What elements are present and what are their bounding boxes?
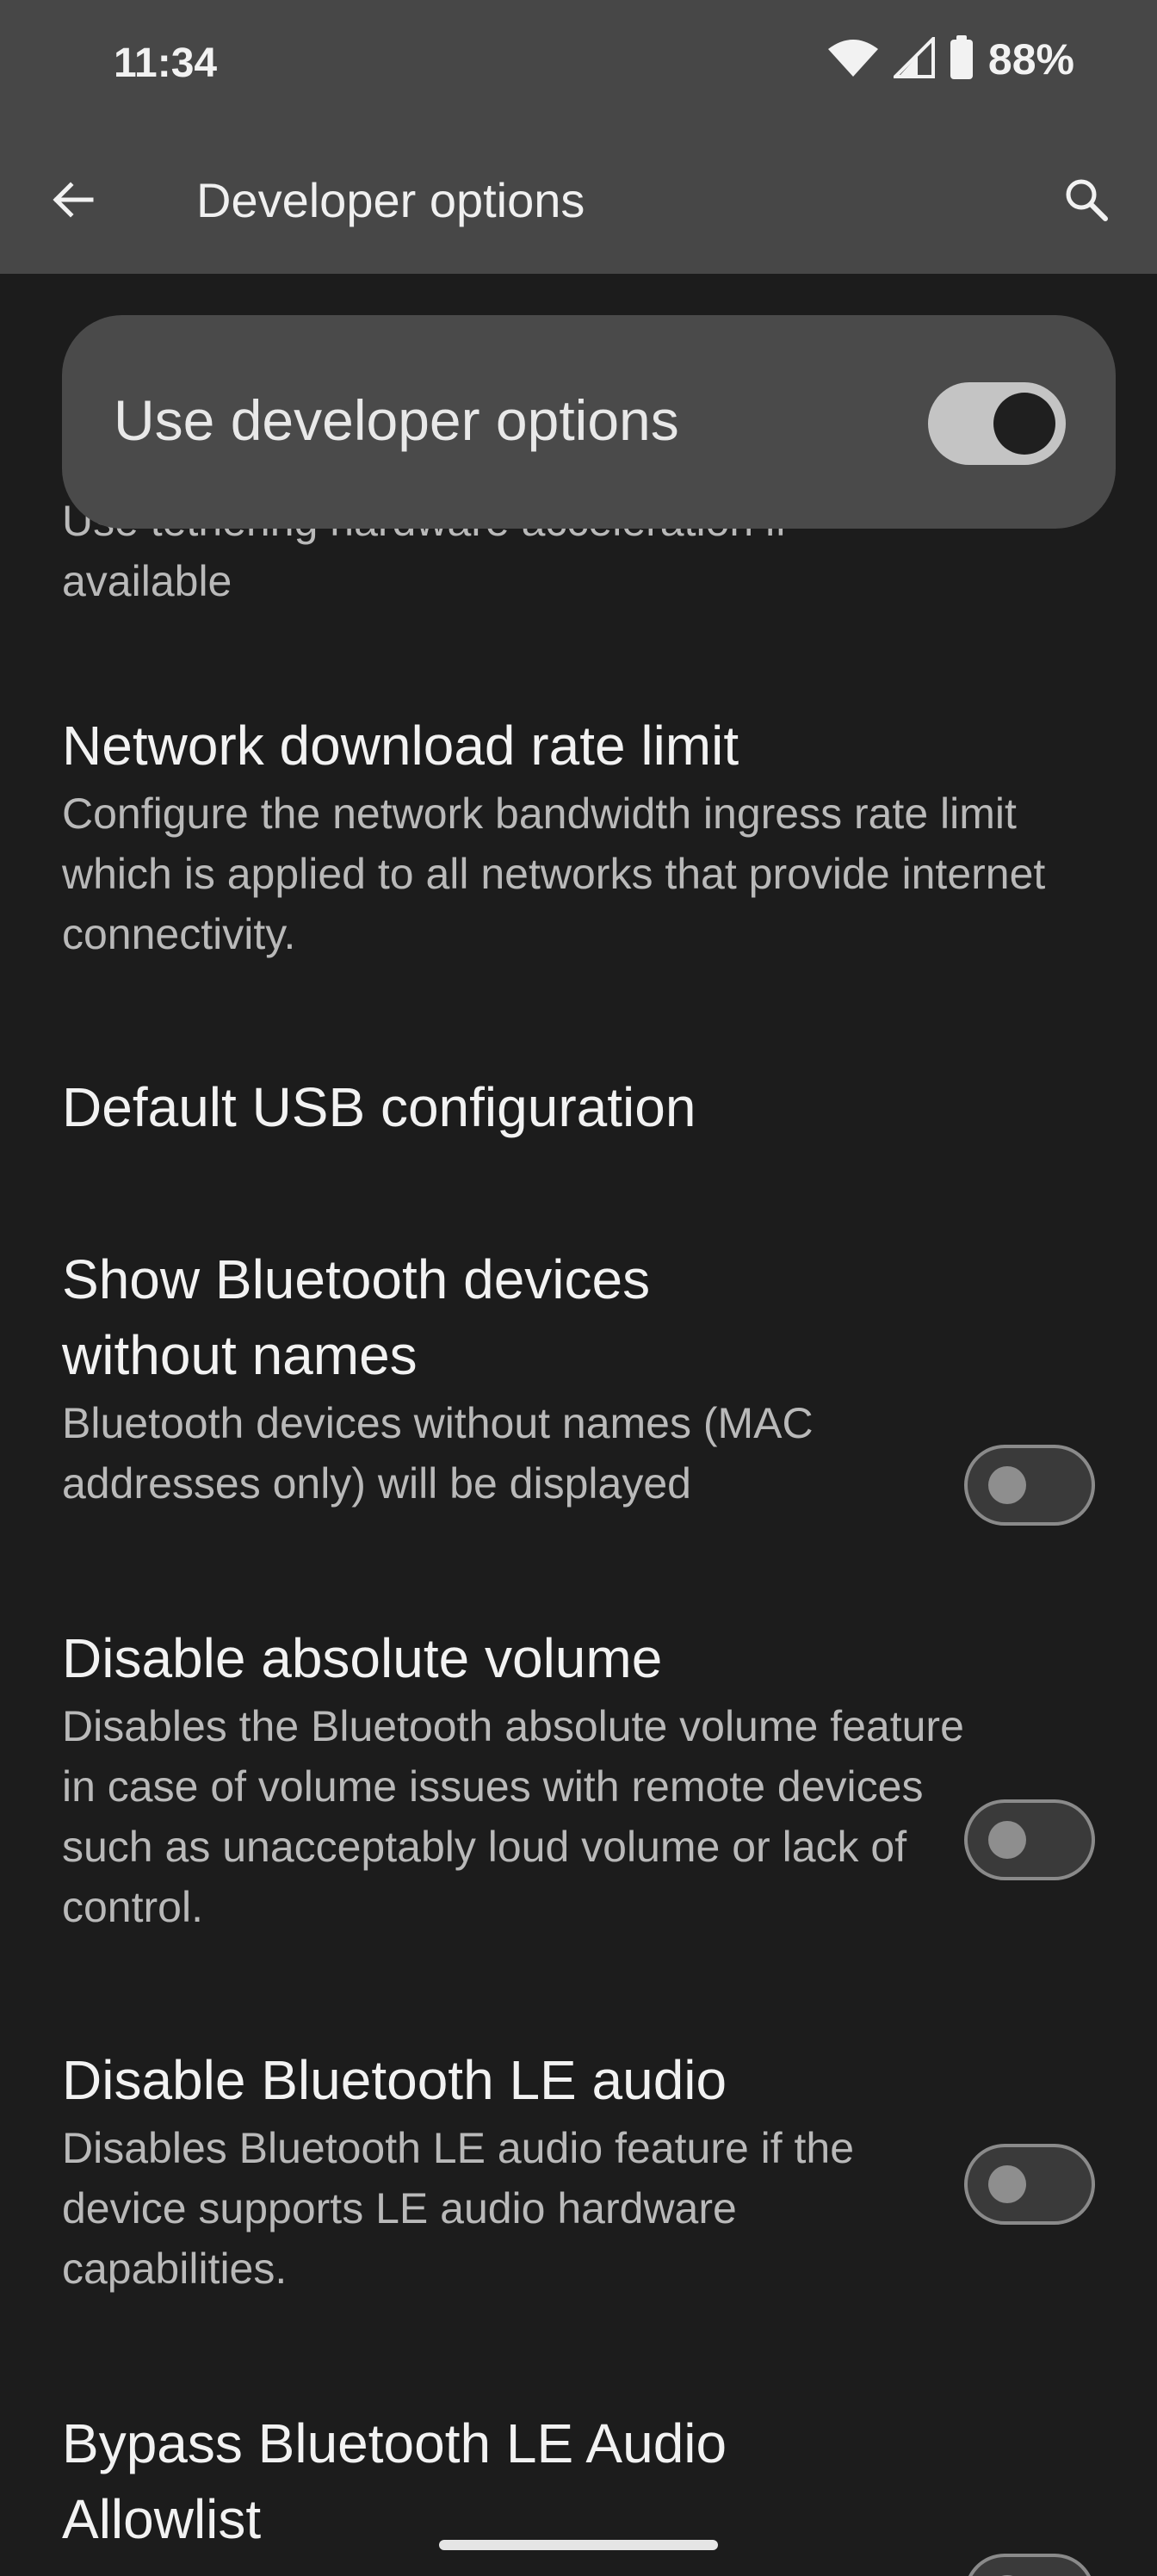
bt-without-names-toggle[interactable]: [964, 1445, 1095, 1526]
top-app-bar: 11:34 88% Developer options: [0, 0, 1157, 274]
list-item-disable-le-audio[interactable]: Disable Bluetooth LE audio Disables Blue…: [62, 2042, 1095, 2299]
setting-title: Disable absolute volume: [62, 1627, 663, 1689]
status-icons: 88%: [826, 34, 1074, 84]
status-time: 11:34: [114, 40, 218, 86]
setting-summary: Disables the Bluetooth absolute volume f…: [62, 1702, 964, 1931]
list-item-bt-without-names[interactable]: Show Bluetooth devices without names Blu…: [62, 1242, 1095, 1526]
list-item-default-usb[interactable]: Default USB configuration: [62, 1069, 1095, 1145]
setting-title: Bypass Bluetooth LE Audio Allowlist: [62, 2412, 727, 2550]
toggle-knob: [988, 2165, 1026, 2203]
toggle-knob: [988, 1466, 1026, 1504]
setting-title: Show Bluetooth devices without names: [62, 1248, 651, 1386]
setting-summary: Disables Bluetooth LE audio feature if t…: [62, 2124, 855, 2293]
signal-icon: [891, 34, 935, 83]
setting-title: Default USB configuration: [62, 1076, 696, 1138]
search-icon: [1066, 179, 1108, 221]
battery-icon: [949, 34, 974, 84]
list-item-bypass-le-allowlist[interactable]: Bypass Bluetooth LE Audio Allowlist: [62, 2406, 1095, 2576]
gesture-nav-handle[interactable]: [439, 2540, 718, 2550]
toggle-knob: [993, 393, 1055, 455]
setting-title: Disable Bluetooth LE audio: [62, 2049, 727, 2111]
use-developer-options-switch-bar[interactable]: Use developer options: [62, 315, 1116, 529]
setting-title: Network download rate limit: [62, 715, 739, 777]
search-button[interactable]: [1059, 172, 1114, 227]
battery-percent: 88%: [987, 35, 1074, 84]
wifi-icon: [826, 37, 880, 83]
main-switch-label: Use developer options: [114, 388, 679, 452]
back-button[interactable]: [45, 172, 100, 227]
bypass-le-allowlist-toggle[interactable]: [964, 2554, 1095, 2576]
setting-summary: Bluetooth devices without names (MAC add…: [62, 1399, 814, 1508]
developer-options-toggle[interactable]: [928, 382, 1066, 465]
disable-absolute-volume-toggle[interactable]: [964, 1799, 1095, 1880]
page-title: Developer options: [196, 173, 585, 227]
settings-list[interactable]: Use tethering hardware acceleration if a…: [0, 274, 1157, 2576]
list-item-disable-absolute-volume[interactable]: Disable absolute volume Disables the Blu…: [62, 1620, 1095, 1937]
setting-summary: Configure the network bandwidth ingress …: [62, 790, 1046, 958]
toggle-knob: [988, 1821, 1026, 1859]
list-item-network-rate-limit[interactable]: Network download rate limit Configure th…: [62, 708, 1095, 964]
arrow-left-icon: [53, 182, 94, 218]
disable-le-audio-toggle[interactable]: [964, 2144, 1095, 2225]
